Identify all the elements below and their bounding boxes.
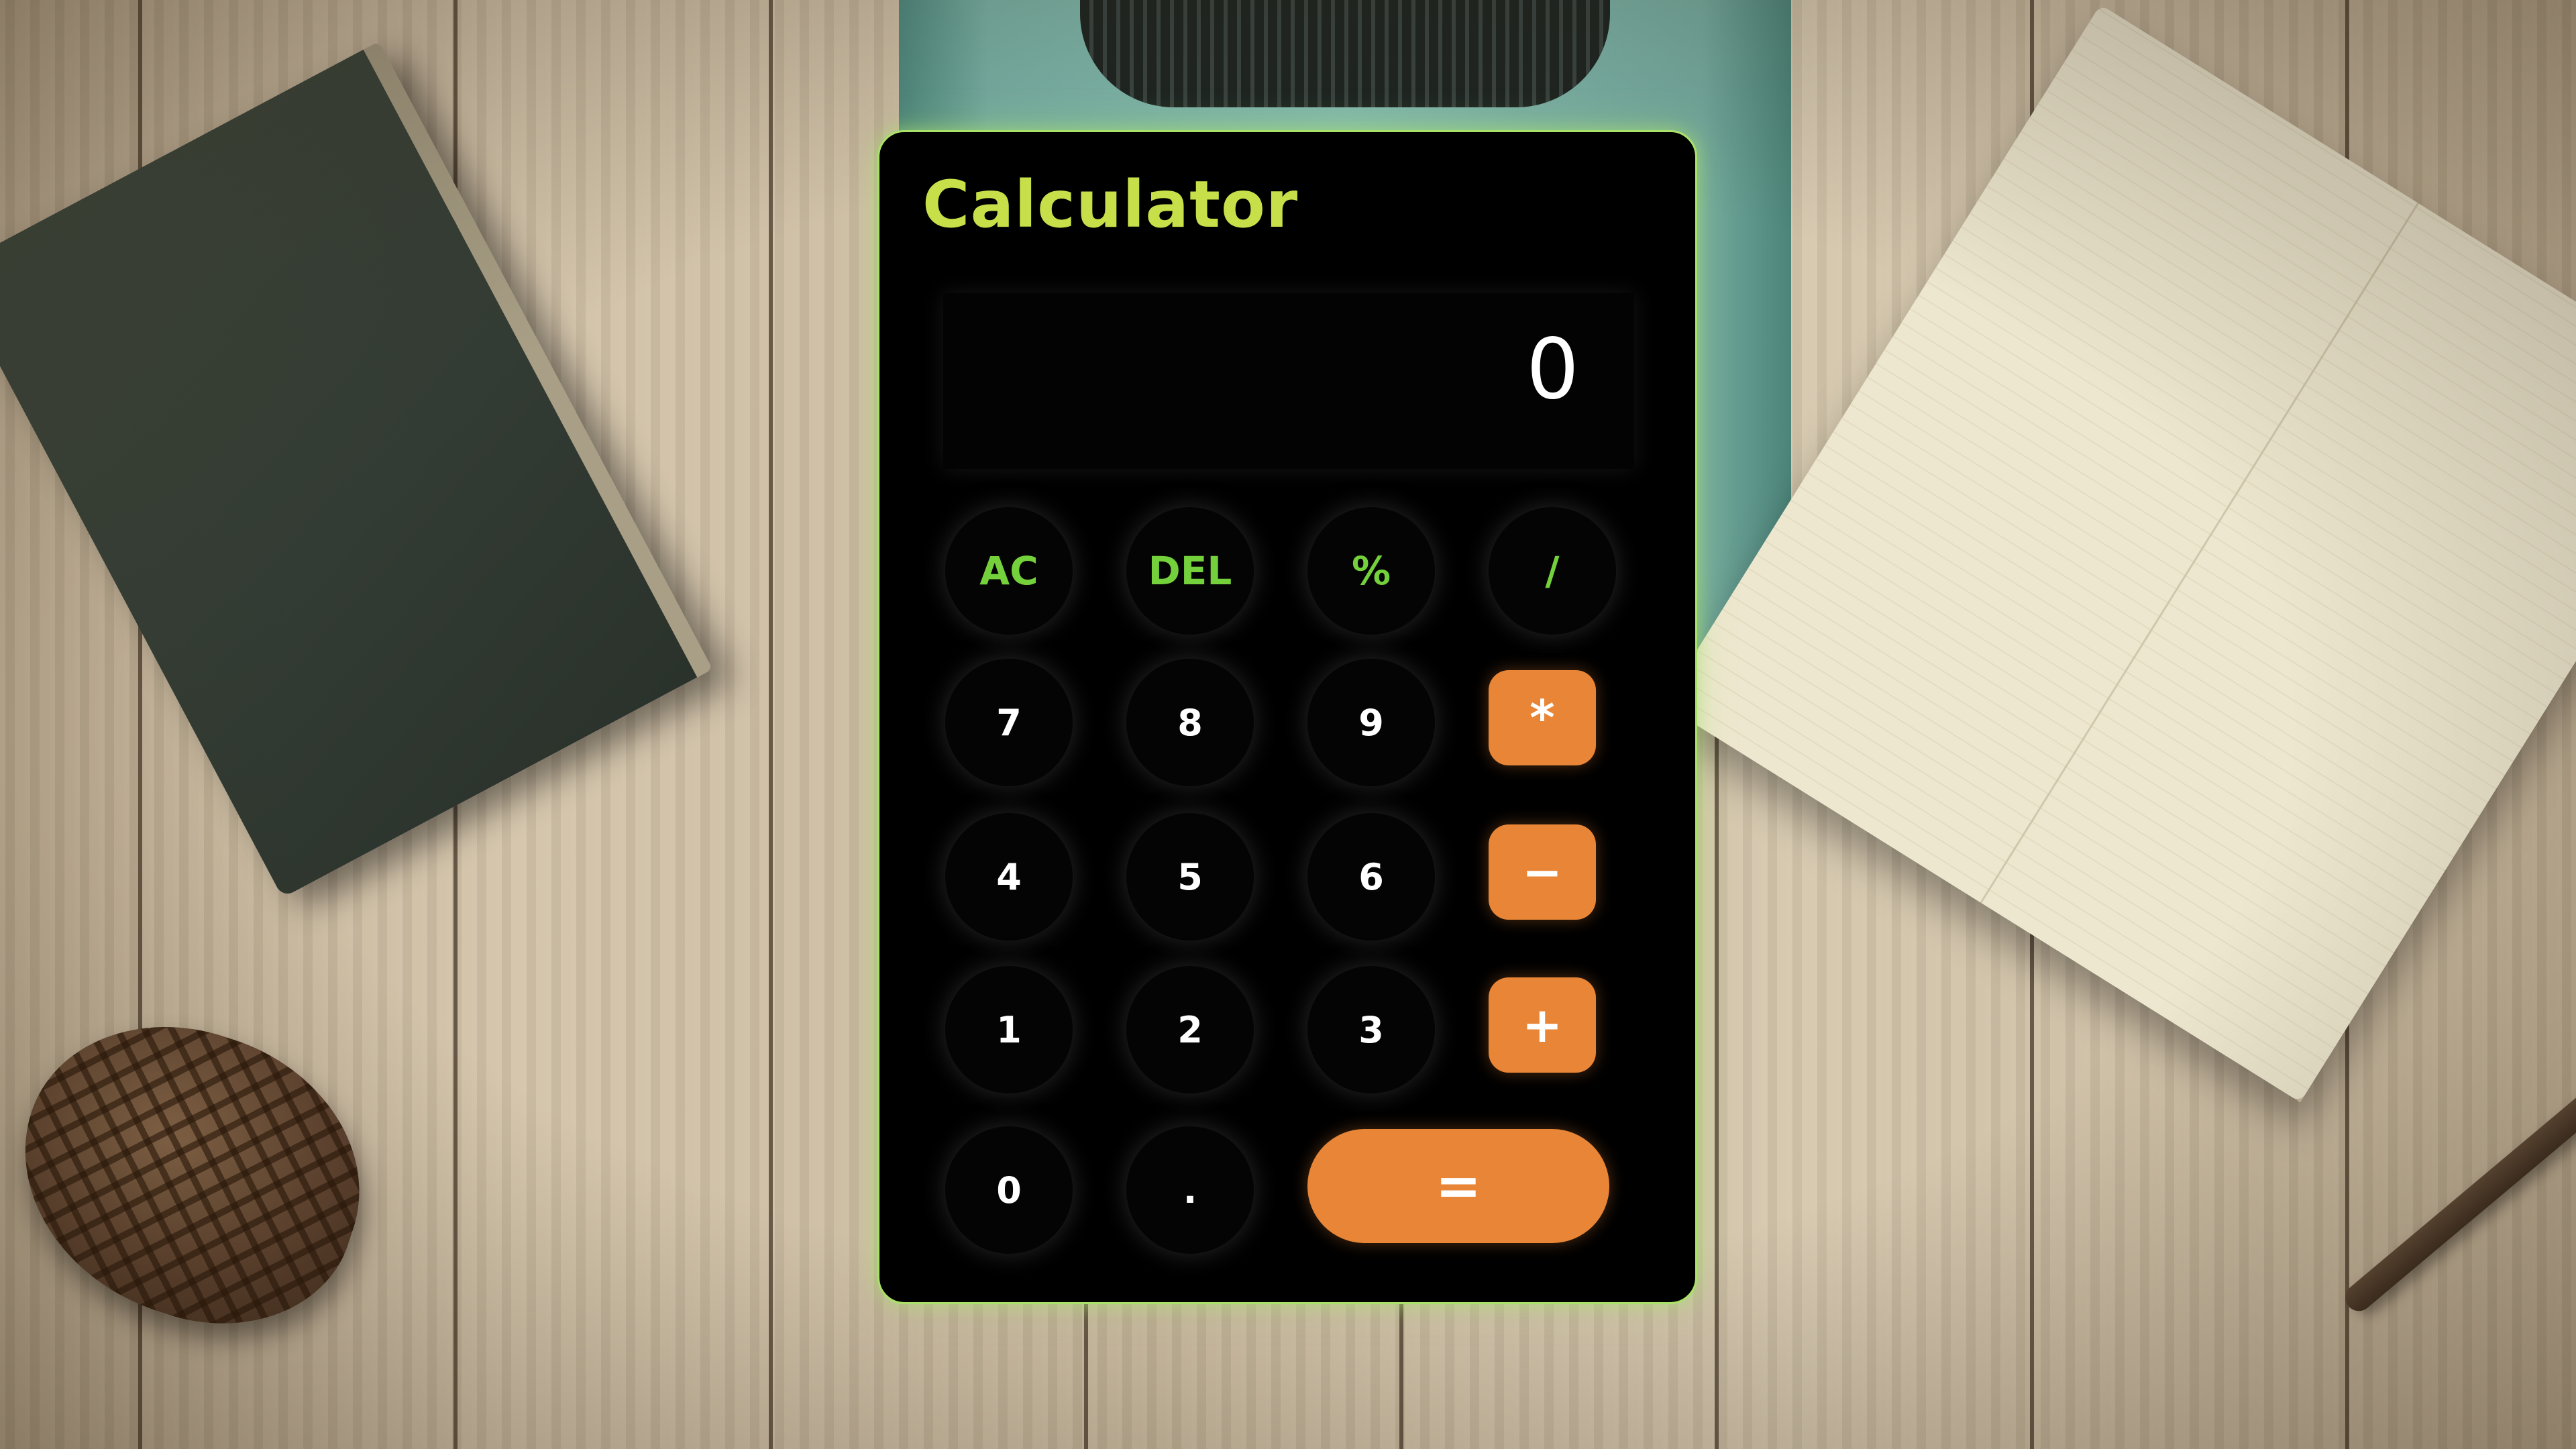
multiply-button[interactable]: *: [1489, 670, 1596, 765]
book-image: [0, 41, 713, 898]
digit-0-button[interactable]: 0: [945, 1126, 1073, 1254]
notebook-right-page: [1980, 202, 2576, 1103]
percent-button[interactable]: %: [1307, 507, 1435, 635]
equals-button[interactable]: =: [1307, 1129, 1609, 1243]
calculator-title: Calculator: [922, 167, 1299, 242]
divide-button[interactable]: /: [1489, 507, 1616, 635]
pinecone-image: [0, 987, 398, 1361]
digit-5-button[interactable]: 5: [1126, 813, 1254, 941]
digit-8-button[interactable]: 8: [1126, 659, 1254, 786]
digit-9-button[interactable]: 9: [1307, 659, 1435, 786]
digit-1-button[interactable]: 1: [945, 966, 1073, 1093]
digit-2-button[interactable]: 2: [1126, 966, 1254, 1093]
delete-button[interactable]: DEL: [1126, 507, 1254, 635]
plus-button[interactable]: +: [1489, 977, 1596, 1073]
notebook-left-page: [1663, 4, 2419, 904]
calculator-panel: Calculator 0 AC DEL % / 7 8 9 * 4 5 6 − …: [877, 130, 1697, 1304]
twig-image: [2339, 1071, 2576, 1317]
digit-6-button[interactable]: 6: [1307, 813, 1435, 941]
digit-4-button[interactable]: 4: [945, 813, 1073, 941]
all-clear-button[interactable]: AC: [945, 507, 1073, 635]
notebook-image: [1663, 4, 2576, 1103]
display-value: 0: [1526, 321, 1579, 418]
decimal-point-button[interactable]: .: [1126, 1126, 1254, 1254]
minus-button[interactable]: −: [1489, 824, 1596, 920]
calculator-display: 0: [943, 293, 1634, 469]
digit-3-button[interactable]: 3: [1307, 966, 1435, 1093]
digit-7-button[interactable]: 7: [945, 659, 1073, 786]
